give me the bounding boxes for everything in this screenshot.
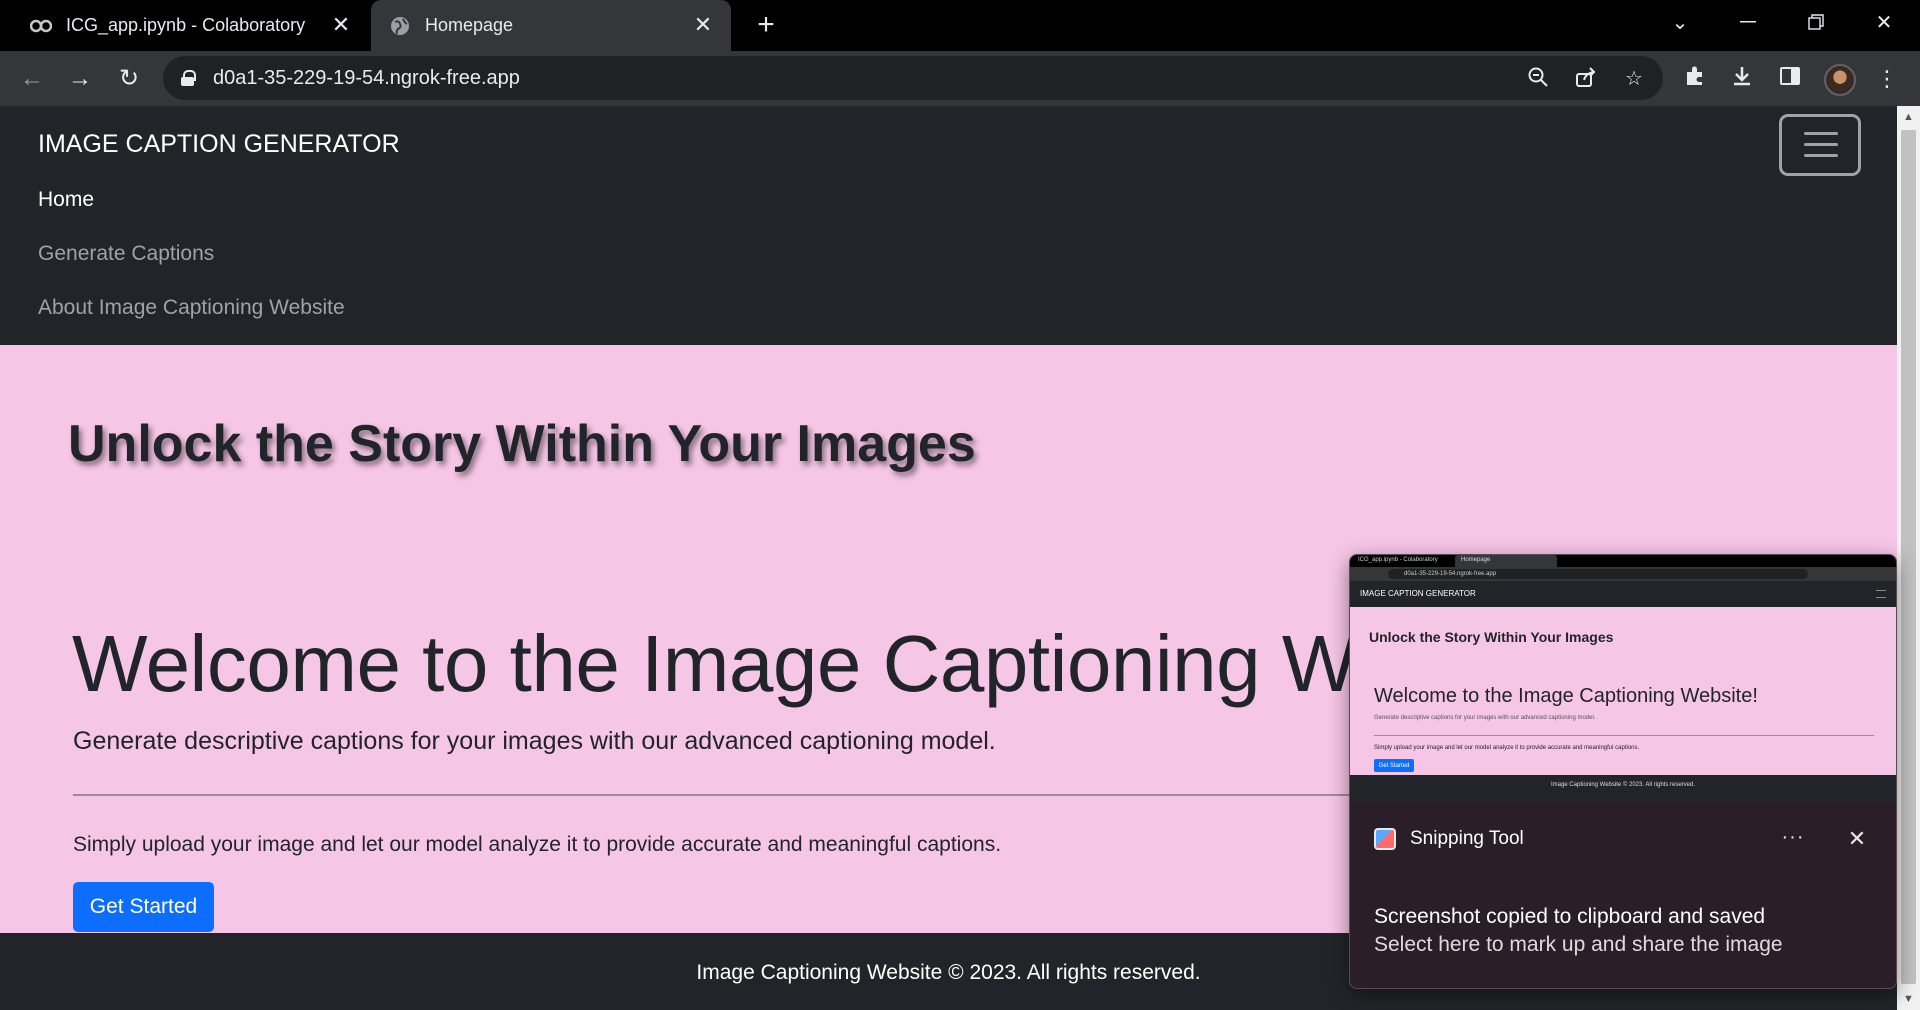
close-tab-icon[interactable]: ✕ <box>691 13 715 37</box>
scroll-thumb[interactable] <box>1901 130 1916 984</box>
scroll-down-arrow-icon[interactable]: ▼ <box>1897 988 1920 1010</box>
tab-search-icon[interactable]: ⌄ <box>1652 0 1708 44</box>
address-bar[interactable]: d0a1-35-229-19-54.ngrok-free.app ☆ <box>163 56 1663 100</box>
close-tab-icon[interactable]: ✕ <box>329 13 353 37</box>
more-menu-icon[interactable]: ⋮ <box>1873 65 1901 93</box>
minimize-button[interactable] <box>1720 0 1776 44</box>
download-icon[interactable] <box>1728 65 1756 93</box>
close-icon[interactable]: ✕ <box>1842 824 1872 854</box>
tab-strip: ICG_app.ipynb - Colaboratory ✕ Homepage … <box>0 0 1920 51</box>
forward-button[interactable]: → <box>64 63 96 95</box>
navbar-brand[interactable]: IMAGE CAPTION GENERATOR <box>38 130 400 159</box>
toast-header: Snipping Tool ··· ✕ <box>1350 802 1896 872</box>
profile-avatar[interactable] <box>1824 64 1856 96</box>
tab-title: Homepage <box>425 15 514 35</box>
scroll-up-arrow-icon[interactable]: ▲ <box>1897 106 1920 128</box>
url-text[interactable]: d0a1-35-229-19-54.ngrok-free.app <box>213 67 520 90</box>
lock-icon[interactable] <box>181 70 196 86</box>
hero-title: Unlock the Story Within Your Images <box>68 415 976 473</box>
snipping-tool-notification[interactable]: ICG_app.ipynb - Colaboratory Homepage d0… <box>1349 554 1897 989</box>
globe-icon <box>389 15 411 37</box>
reload-button[interactable]: ↻ <box>113 63 145 95</box>
hamburger-icon <box>1876 590 1886 598</box>
extensions-icon[interactable] <box>1681 65 1709 93</box>
screenshot-thumbnail[interactable]: ICG_app.ipynb - Colaboratory Homepage d0… <box>1350 555 1896 802</box>
nav-link-about[interactable]: About Image Captioning Website <box>38 296 345 320</box>
snipping-tool-icon <box>1374 828 1396 850</box>
get-started-button[interactable]: Get Started <box>73 882 214 932</box>
toast-app-name: Snipping Tool <box>1410 828 1524 849</box>
nav-link-generate-captions[interactable]: Generate Captions <box>38 242 214 266</box>
site-navbar: IMAGE CAPTION GENERATOR Home Generate Ca… <box>0 106 1897 345</box>
tab-title: ICG_app.ipynb - Colaboratory <box>66 15 306 35</box>
tab-colab[interactable]: ICG_app.ipynb - Colaboratory ✕ <box>0 0 369 51</box>
close-window-button[interactable]: ✕ <box>1856 0 1912 44</box>
share-icon[interactable] <box>1573 66 1599 92</box>
tab-homepage[interactable]: Homepage ✕ <box>371 0 731 51</box>
browser-toolbar: ← → ↻ d0a1-35-229-19-54.ngrok-free.app ☆… <box>0 51 1920 106</box>
body-text: Simply upload your image and let our mod… <box>73 833 1002 856</box>
page-scrollbar[interactable]: ▲ ▼ <box>1897 106 1920 1010</box>
bookmark-star-icon[interactable]: ☆ <box>1621 66 1647 92</box>
nav-link-home[interactable]: Home <box>38 188 94 212</box>
toast-message: Screenshot copied to clipboard and saved <box>1374 905 1766 928</box>
new-tab-button[interactable]: + <box>750 9 782 41</box>
lead-text: Generate descriptive captions for your i… <box>73 727 996 755</box>
zoom-icon[interactable] <box>1525 66 1551 92</box>
back-button[interactable]: ← <box>16 63 48 95</box>
more-options-icon[interactable]: ··· <box>1778 824 1808 854</box>
toast-submessage[interactable]: Select here to mark up and share the ima… <box>1374 933 1783 957</box>
side-panel-icon[interactable] <box>1776 65 1804 93</box>
navbar-toggler-button[interactable] <box>1779 114 1861 176</box>
colab-icon <box>30 15 52 37</box>
restore-button[interactable] <box>1788 0 1844 44</box>
hamburger-icon <box>1804 132 1838 135</box>
